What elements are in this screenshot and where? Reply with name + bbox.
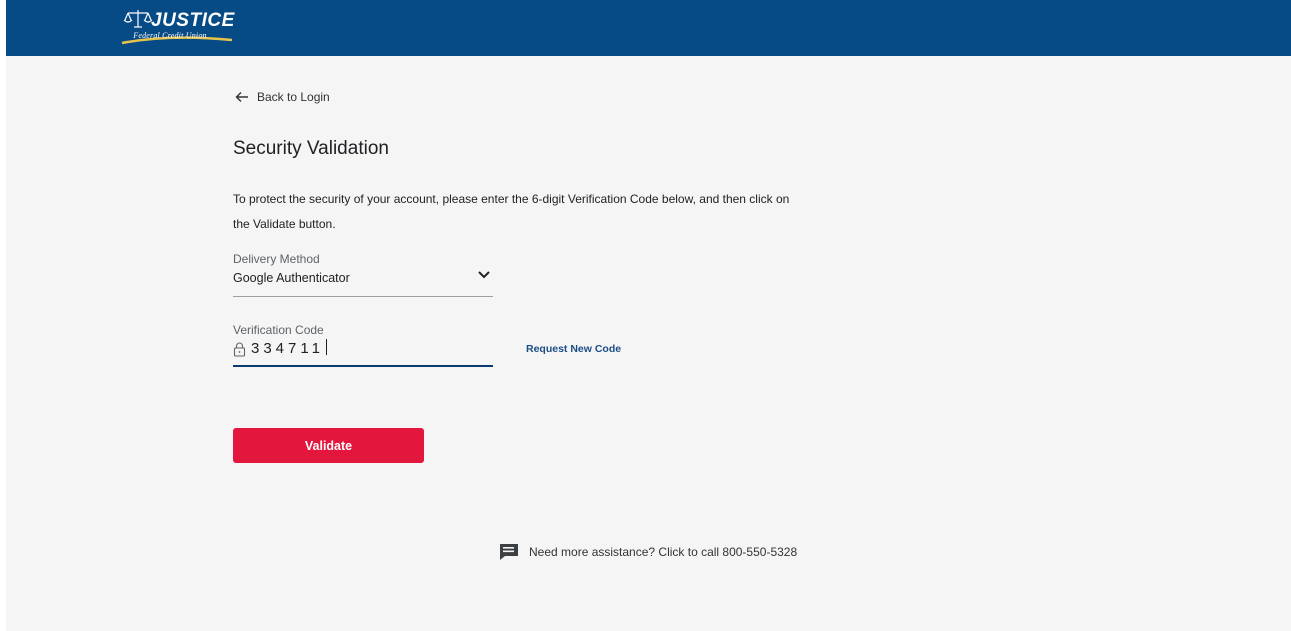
assistance-link[interactable]: Need more assistance? Click to call 800-… [499, 543, 797, 561]
scales-icon [123, 10, 153, 28]
assistance-text: Need more assistance? Click to call 800-… [529, 545, 798, 559]
text-caret [325, 339, 327, 355]
arrow-left-icon [235, 92, 248, 102]
lock-icon [233, 342, 246, 357]
verification-code-input[interactable]: 334711 [233, 338, 493, 367]
logo-subtitle: Federal Credit Union [133, 31, 207, 40]
logo-wordmark: JUSTICE [151, 10, 236, 31]
page-title: Security Validation [233, 138, 389, 159]
logo-graphic: JUSTICE [121, 10, 236, 45]
verification-code-value: 334711 [251, 339, 327, 357]
delivery-method-value: Google Authenticator [233, 271, 350, 285]
instructions-text: To protect the security of your account,… [233, 192, 790, 231]
logo[interactable]: JUSTICE Federal Credit Union [120, 7, 260, 49]
request-new-code-link[interactable]: Request New Code [526, 343, 621, 355]
chevron-down-icon [478, 271, 490, 279]
delivery-method-label: Delivery Method [233, 252, 320, 266]
back-to-login-link[interactable]: Back to Login [235, 90, 330, 104]
site-header: JUSTICE Federal Credit Union [6, 0, 1291, 56]
chat-icon [500, 544, 518, 560]
page-frame: JUSTICE Federal Credit Union Back to Log… [6, 0, 1291, 631]
validate-button[interactable]: Validate [233, 428, 424, 463]
delivery-method-select[interactable]: Google Authenticator [233, 268, 493, 297]
verification-code-label: Verification Code [233, 323, 324, 337]
back-to-login-label: Back to Login [257, 90, 330, 104]
